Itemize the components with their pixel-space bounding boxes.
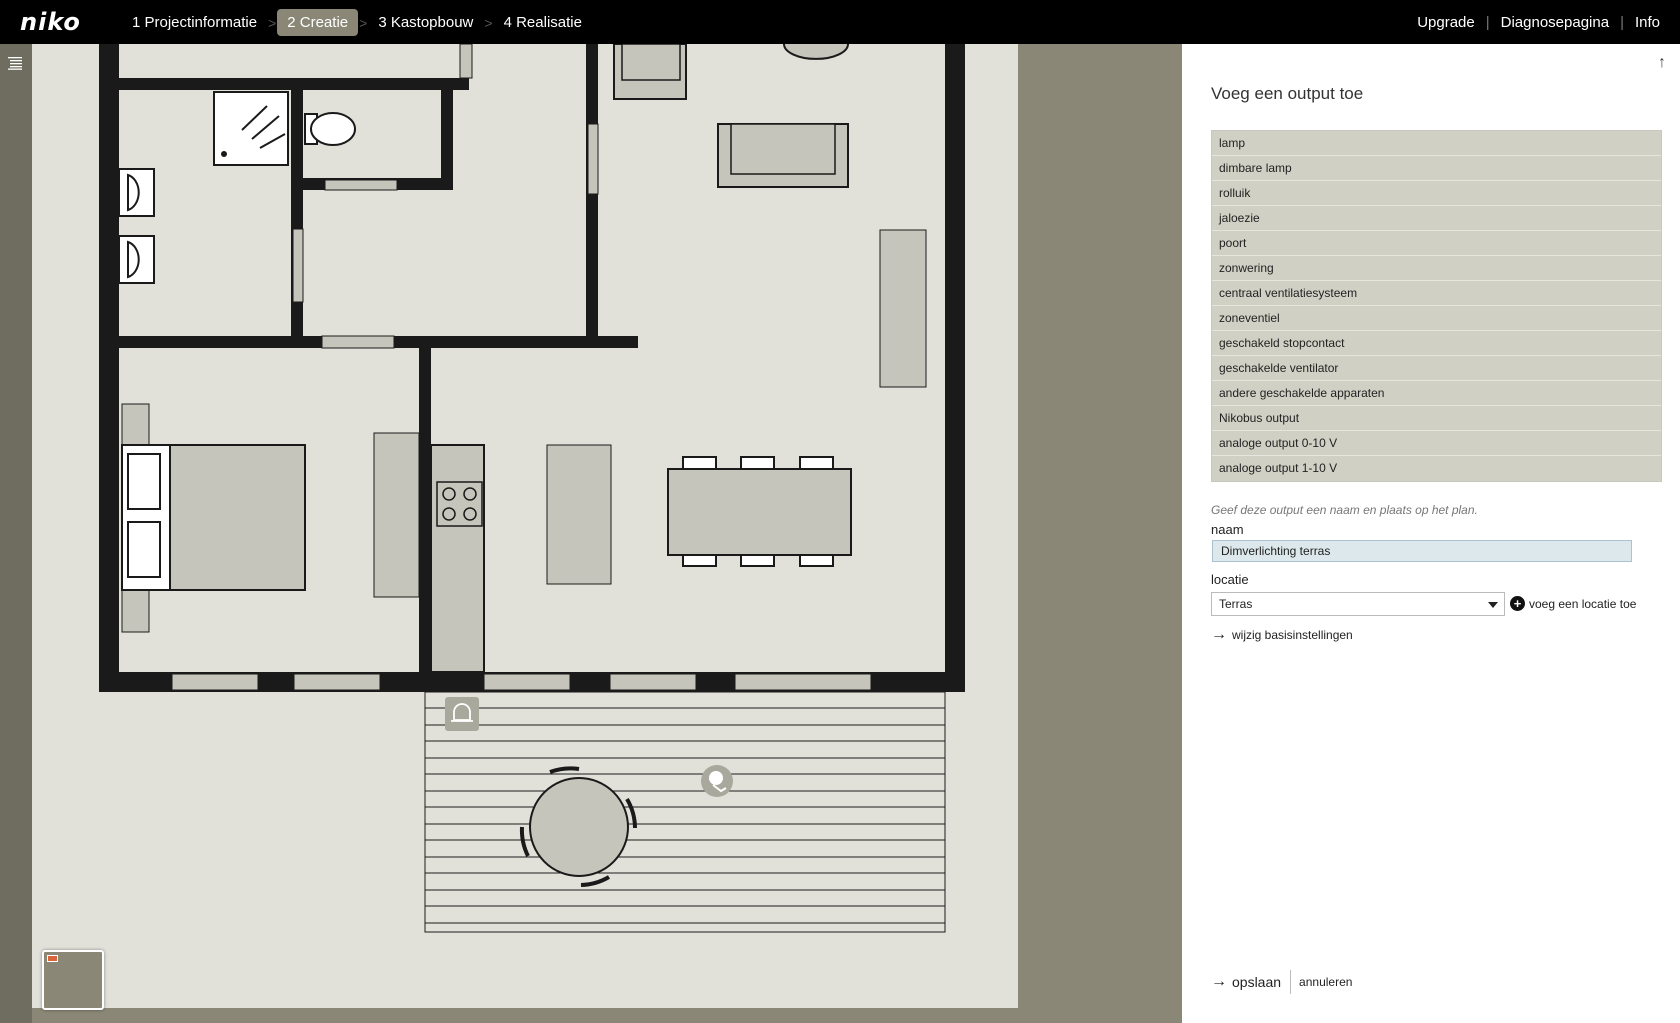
lamp-device-icon xyxy=(701,765,733,797)
door xyxy=(587,123,599,195)
add-location-label: voeg een locatie toe xyxy=(1529,596,1637,611)
wall xyxy=(291,90,303,348)
dining-table xyxy=(667,468,852,556)
bell-device-icon xyxy=(445,697,479,731)
chair xyxy=(682,456,717,470)
nightstand xyxy=(121,403,150,449)
window xyxy=(293,673,381,691)
add-location-button[interactable]: + voeg een locatie toe xyxy=(1510,596,1636,611)
cancel-button[interactable]: annuleren xyxy=(1291,975,1352,989)
save-label: opslaan xyxy=(1232,974,1282,990)
step-kastopbouw[interactable]: 3 Kastopbouw xyxy=(368,9,483,36)
output-type-list: lamp dimbare lamp rolluik jaloezie poort… xyxy=(1211,130,1662,482)
chevron-right-icon: > xyxy=(359,14,368,31)
cabinet xyxy=(879,229,927,388)
divider: | xyxy=(1620,13,1624,31)
left-toolbar xyxy=(0,44,32,1023)
divider: | xyxy=(1485,13,1490,31)
minimap-viewport xyxy=(47,955,58,962)
niko-logo: niko xyxy=(20,8,81,36)
panel-footer: → opslaan annuleren xyxy=(1211,970,1352,994)
upgrade-link[interactable]: Upgrade xyxy=(1417,14,1475,31)
chevron-down-icon xyxy=(1488,602,1498,608)
location-value: Terras xyxy=(1219,597,1253,611)
step-creatie[interactable]: 2 Creatie xyxy=(277,9,359,36)
list-item[interactable]: zonwering xyxy=(1212,256,1661,281)
round-table xyxy=(529,777,629,877)
nightstand xyxy=(121,587,150,633)
window xyxy=(483,673,571,691)
add-output-panel: ↑ Voeg een output toe lamp dimbare lamp … xyxy=(1182,44,1680,1023)
output-hint: Geef deze output een naam en plaats op h… xyxy=(1211,503,1478,517)
location-select[interactable]: Terras xyxy=(1211,592,1505,616)
wall xyxy=(945,44,965,692)
step-navigation: 1 Projectinformatie > 2 Creatie > 3 Kast… xyxy=(124,9,592,36)
wall xyxy=(441,90,453,190)
wall xyxy=(419,348,431,672)
list-menu-icon[interactable] xyxy=(8,56,22,70)
door xyxy=(321,335,395,349)
door xyxy=(324,179,398,191)
door xyxy=(459,44,473,79)
pillow xyxy=(127,521,161,578)
diagnose-link[interactable]: Diagnosepagina xyxy=(1501,14,1609,31)
toilet xyxy=(310,112,356,146)
panel-title: Voeg een output toe xyxy=(1211,84,1364,103)
list-item[interactable]: lamp xyxy=(1212,131,1661,156)
plus-circle-icon: + xyxy=(1510,596,1525,611)
floor-plan xyxy=(32,44,1018,1008)
kitchen-counter xyxy=(430,444,485,673)
floor-plan-canvas[interactable] xyxy=(32,44,1182,1023)
window xyxy=(609,673,697,691)
plan-minimap[interactable] xyxy=(42,950,104,1010)
kitchen-island xyxy=(546,444,612,585)
name-label: naam xyxy=(1211,522,1244,537)
list-item[interactable]: zoneventiel xyxy=(1212,306,1661,331)
list-item[interactable]: geschakeld stopcontact xyxy=(1212,331,1661,356)
arrow-right-icon: → xyxy=(1211,973,1227,990)
window xyxy=(171,673,259,691)
window xyxy=(734,673,872,691)
save-button[interactable]: → opslaan xyxy=(1211,970,1292,994)
list-item[interactable]: rolluik xyxy=(1212,181,1661,206)
list-item[interactable]: jaloezie xyxy=(1212,206,1661,231)
list-item[interactable]: poort xyxy=(1212,231,1661,256)
list-item[interactable]: dimbare lamp xyxy=(1212,156,1661,181)
list-item[interactable]: analoge output 0-10 V xyxy=(1212,431,1661,456)
list-item[interactable]: andere geschakelde apparaten xyxy=(1212,381,1661,406)
cooktop xyxy=(436,481,483,527)
arrow-up-icon[interactable]: ↑ xyxy=(1658,54,1666,72)
name-field[interactable] xyxy=(1212,540,1632,562)
list-item[interactable]: Nikobus output xyxy=(1212,406,1661,431)
step-realisatie[interactable]: 4 Realisatie xyxy=(494,9,592,36)
wall xyxy=(119,78,469,90)
wardrobe xyxy=(373,432,420,598)
chevron-right-icon: > xyxy=(268,14,277,31)
location-label: locatie xyxy=(1211,572,1249,587)
info-link[interactable]: Info xyxy=(1635,14,1660,31)
chevron-right-icon: > xyxy=(484,14,493,31)
arrow-right-icon: → xyxy=(1211,626,1227,643)
pillow xyxy=(127,453,161,510)
step-projectinformatie[interactable]: 1 Projectinformatie xyxy=(124,9,267,36)
basic-settings-label: wijzig basisinstellingen xyxy=(1232,628,1353,642)
list-item[interactable]: analoge output 1-10 V xyxy=(1212,456,1661,481)
basic-settings-link[interactable]: → wijzig basisinstellingen xyxy=(1211,626,1353,644)
wall xyxy=(99,44,119,692)
chair xyxy=(740,456,775,470)
terrace xyxy=(424,691,946,933)
list-item[interactable]: geschakelde ventilator xyxy=(1212,356,1661,381)
chair xyxy=(799,456,834,470)
wall xyxy=(586,44,598,348)
door xyxy=(292,228,304,303)
list-item[interactable]: centraal ventilatiesysteem xyxy=(1212,281,1661,306)
top-bar: niko 1 Projectinformatie > 2 Creatie > 3… xyxy=(0,0,1680,44)
header-links: Upgrade | Diagnosepagina | Info xyxy=(1417,0,1660,44)
